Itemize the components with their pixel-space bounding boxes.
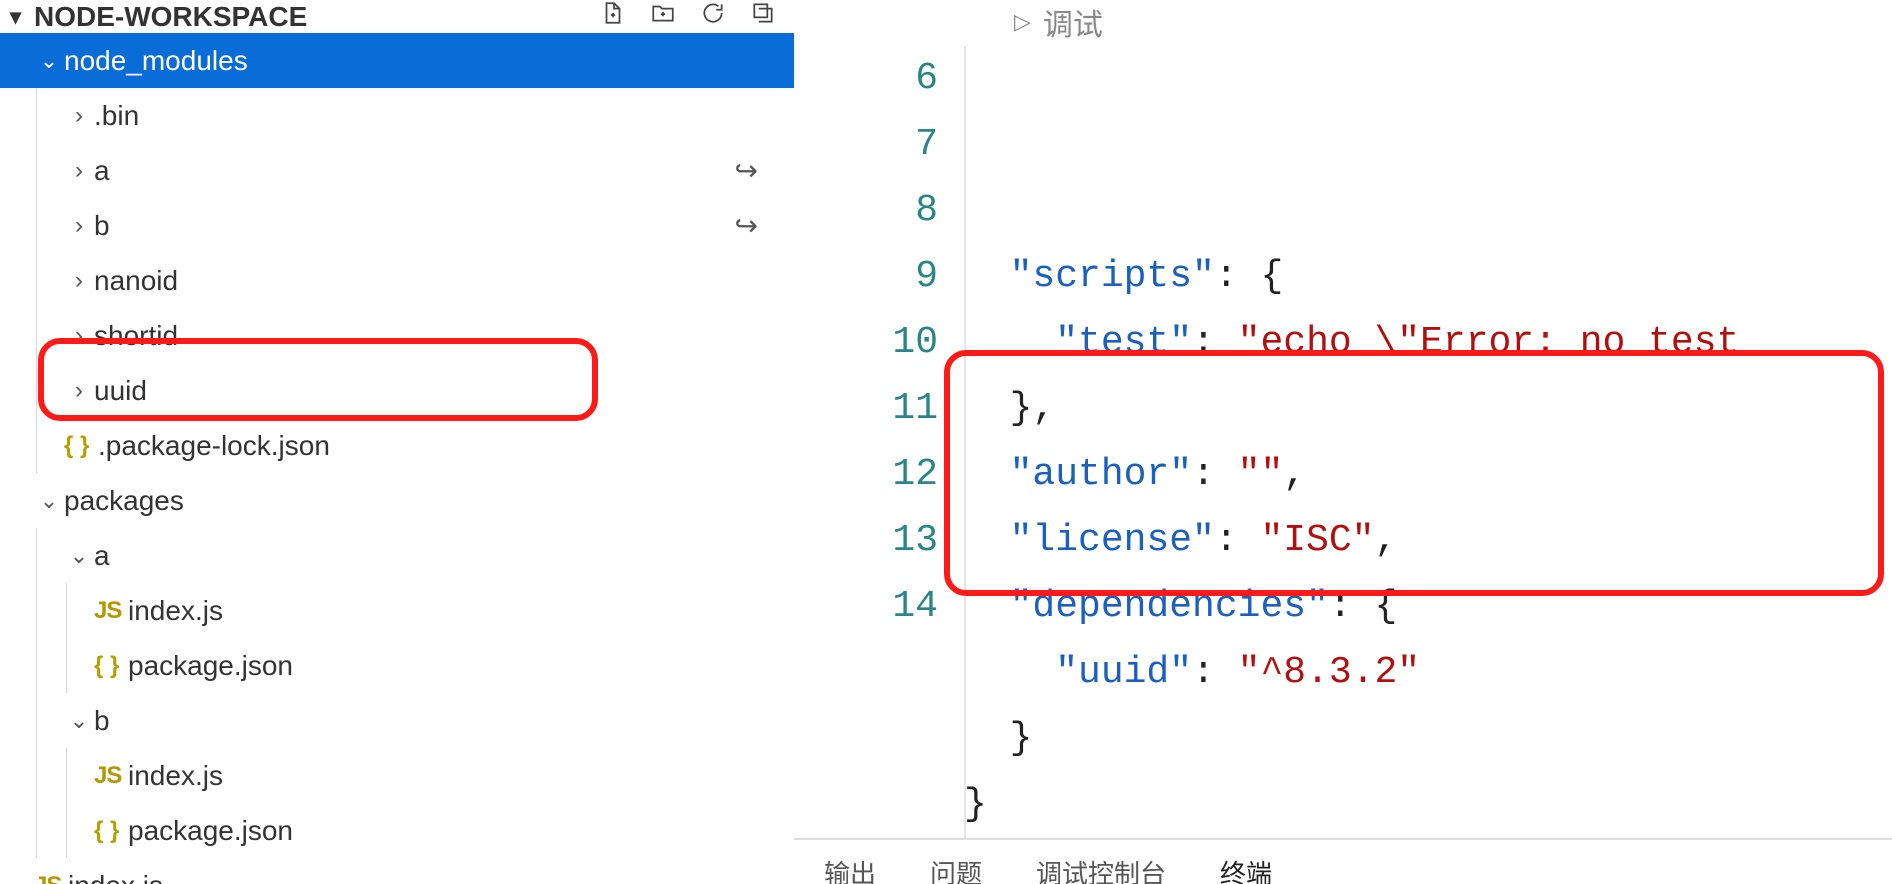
tree-item-label: shortid xyxy=(94,320,178,352)
tree-item-label: package.json xyxy=(128,815,293,847)
chevron-right-icon[interactable]: › xyxy=(64,322,94,350)
workspace-title: NODE-WORKSPACE xyxy=(34,1,307,33)
line-number: 12 xyxy=(794,442,938,508)
editor-pane: ▷ 调试 67891011121314 "scripts": { "test":… xyxy=(794,0,1892,884)
tree-item-label: a xyxy=(94,155,110,187)
code-line: }, xyxy=(964,376,1739,442)
panel-tab-debug-console[interactable]: 调试控制台 xyxy=(1036,854,1166,884)
chevron-down-icon[interactable]: ⌄ xyxy=(34,48,64,74)
folder-row[interactable]: ›b ↪ xyxy=(0,198,794,253)
panel-tab-problems[interactable]: 问题 xyxy=(930,854,982,884)
file-tree: ⌄node_modules›.bin›a↪›b↪›nanoid›shortid›… xyxy=(0,33,794,884)
code-line: } xyxy=(964,772,1739,838)
file-row[interactable]: { }package.json xyxy=(0,803,794,858)
line-number: 14 xyxy=(794,574,938,640)
folder-row[interactable]: ›.bin xyxy=(0,88,794,143)
file-row[interactable]: { }package.json xyxy=(0,638,794,693)
code-line: "author": "", xyxy=(964,442,1739,508)
code-line: "license": "ISC", xyxy=(964,508,1739,574)
refresh-icon[interactable] xyxy=(700,0,726,33)
js-file-icon: JS xyxy=(94,762,128,790)
folder-row[interactable]: ›uuid xyxy=(0,363,794,418)
chevron-down-icon[interactable]: ⌄ xyxy=(34,488,64,514)
collapse-all-icon[interactable] xyxy=(750,0,776,33)
explorer-sidebar: ▾ NODE-WORKSPACE ⌄node_modules›.bin›a↪›b… xyxy=(0,0,794,884)
folder-row[interactable]: ›shortid xyxy=(0,308,794,363)
code-content: "scripts": { "test": "echo \"Error: no t… xyxy=(964,46,1739,838)
tree-item-label: index.js xyxy=(68,870,163,884)
line-number: 10 xyxy=(794,310,938,376)
line-number: 11 xyxy=(794,376,938,442)
line-number: 13 xyxy=(794,508,938,574)
code-line: } xyxy=(964,706,1739,772)
chevron-right-icon[interactable]: › xyxy=(64,102,94,130)
line-number: 8 xyxy=(794,178,938,244)
file-row[interactable]: { }.package-lock.json xyxy=(0,418,794,473)
symlink-icon: ↪ xyxy=(735,209,758,242)
chevron-right-icon[interactable]: › xyxy=(64,212,94,240)
code-line: "uuid": "^8.3.2" xyxy=(964,640,1739,706)
explorer-actions xyxy=(600,0,794,33)
code-line: "scripts": { xyxy=(964,244,1739,310)
folder-row[interactable]: ›a ↪ xyxy=(0,143,794,198)
panel-tabs: 输出 问题 调试控制台 终端 xyxy=(794,840,1892,884)
symlink-icon: ↪ xyxy=(735,154,758,187)
chevron-right-icon[interactable]: › xyxy=(64,377,94,405)
js-file-icon: JS xyxy=(34,872,68,884)
tree-item-label: nanoid xyxy=(94,265,178,297)
folder-row[interactable]: ⌄packages xyxy=(0,473,794,528)
workspace-header[interactable]: ▾ NODE-WORKSPACE xyxy=(0,0,794,33)
tree-item-label: a xyxy=(94,540,110,572)
new-file-icon[interactable] xyxy=(600,0,626,33)
panel-tab-terminal[interactable]: 终端 xyxy=(1220,854,1272,884)
tree-item-label: node_modules xyxy=(64,45,248,77)
json-file-icon: { } xyxy=(64,432,98,460)
json-file-icon: { } xyxy=(94,817,128,845)
chevron-down-icon[interactable]: ⌄ xyxy=(64,708,94,734)
code-line: "test": "echo \"Error: no test xyxy=(964,310,1739,376)
line-number-gutter: 67891011121314 xyxy=(794,46,964,838)
new-folder-icon[interactable] xyxy=(650,0,676,33)
tree-item-label: b xyxy=(94,210,110,242)
tree-item-label: package.json xyxy=(128,650,293,682)
tree-item-label: .package-lock.json xyxy=(98,430,330,462)
tree-item-label: b xyxy=(94,705,110,737)
code-line: "dependencies": { xyxy=(964,574,1739,640)
json-file-icon: { } xyxy=(94,652,128,680)
chevron-right-icon[interactable]: › xyxy=(64,157,94,185)
tree-item-label: index.js xyxy=(128,595,223,627)
folder-row[interactable]: ⌄node_modules xyxy=(0,33,794,88)
folder-row[interactable]: ›nanoid xyxy=(0,253,794,308)
chevron-down-icon[interactable]: ⌄ xyxy=(64,543,94,569)
file-row[interactable]: JSindex.js xyxy=(0,583,794,638)
chevron-right-icon[interactable]: › xyxy=(64,267,94,295)
tree-item-label: packages xyxy=(64,485,184,517)
bottom-panel: 输出问题调试控制台终端 (base) → node-workspace npm … xyxy=(794,838,1892,884)
line-number: 9 xyxy=(794,244,938,310)
file-row[interactable]: JSindex.js xyxy=(0,858,794,884)
tree-item-label: uuid xyxy=(94,375,147,407)
folder-row[interactable]: ⌄b xyxy=(0,693,794,748)
line-number: 7 xyxy=(794,112,938,178)
line-number: 6 xyxy=(794,46,938,112)
folder-row[interactable]: ⌄a xyxy=(0,528,794,583)
tree-item-label: .bin xyxy=(94,100,139,132)
code-editor[interactable]: 67891011121314 "scripts": { "test": "ech… xyxy=(794,0,1892,838)
tree-item-label: index.js xyxy=(128,760,223,792)
js-file-icon: JS xyxy=(94,597,128,625)
chevron-down-icon: ▾ xyxy=(10,4,34,30)
panel-tab-output[interactable]: 输出 xyxy=(824,854,876,884)
file-row[interactable]: JSindex.js xyxy=(0,748,794,803)
